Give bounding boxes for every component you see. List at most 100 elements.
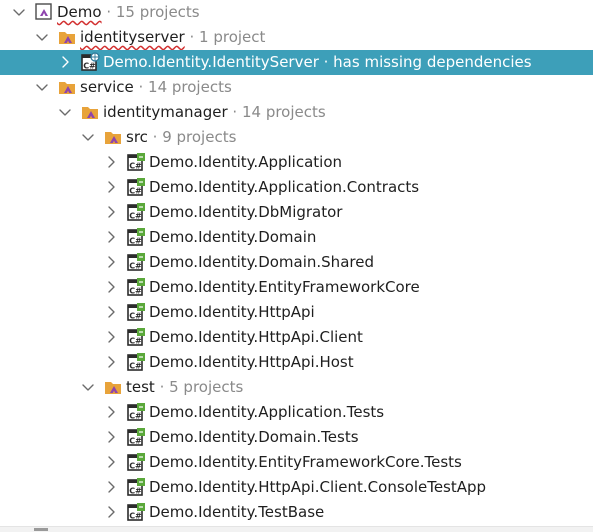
tree-row-label: Demo.Identity.Domain.Shared bbox=[149, 252, 374, 272]
item-name: Demo.Identity.HttpApi.Client bbox=[149, 328, 363, 346]
tree-row-demo-identity-entityframeworkcore-tests[interactable]: C# Demo.Identity.EntityFrameworkCore.Test… bbox=[0, 450, 593, 475]
item-name: Demo.Identity.EntityFrameworkCore.Tests bbox=[149, 453, 462, 471]
svg-text:C#: C# bbox=[129, 462, 142, 471]
chevron-right-icon[interactable] bbox=[104, 455, 118, 469]
tree-row-label: src · 9 projects bbox=[126, 127, 236, 147]
tree-row-label: Demo.Identity.Application.Tests bbox=[149, 402, 384, 422]
csharp-project-icon: C# bbox=[126, 327, 146, 347]
tree-row-test[interactable]: test · 5 projects bbox=[0, 375, 593, 400]
item-name: Demo.Identity.DbMigrator bbox=[149, 203, 343, 221]
tree-row-demo-identity-application[interactable]: C# Demo.Identity.Application bbox=[0, 150, 593, 175]
chevron-right-icon[interactable] bbox=[104, 305, 118, 319]
tree-row-label: Demo.Identity.Domain bbox=[149, 227, 316, 247]
tree-row-service[interactable]: service · 14 projects bbox=[0, 75, 593, 100]
csharp-project-icon: C# bbox=[126, 502, 146, 522]
chevron-right-icon[interactable] bbox=[104, 480, 118, 494]
tree-row-label: Demo.Identity.HttpApi.Client.ConsoleTest… bbox=[149, 477, 486, 497]
item-count-suffix: · 15 projects bbox=[101, 3, 200, 21]
solution-folder-icon bbox=[103, 127, 123, 147]
chevron-right-icon[interactable] bbox=[104, 330, 118, 344]
chevron-right-icon[interactable] bbox=[104, 355, 118, 369]
svg-text:C#: C# bbox=[129, 262, 142, 271]
chevron-down-icon[interactable] bbox=[81, 130, 95, 144]
chevron-right-icon[interactable] bbox=[104, 205, 118, 219]
svg-text:C#: C# bbox=[129, 162, 142, 171]
tree-row-demo-identity-httpapi-client-consoletestapp[interactable]: C# Demo.Identity.HttpApi.Client.ConsoleTe… bbox=[0, 475, 593, 500]
solution-folder-icon bbox=[57, 77, 77, 97]
csharp-project-icon: C# bbox=[126, 352, 146, 372]
tree-row-demo-identity-httpapi-client[interactable]: C# Demo.Identity.HttpApi.Client bbox=[0, 325, 593, 350]
item-name: Demo.Identity.EntityFrameworkCore bbox=[149, 278, 420, 296]
chevron-down-icon[interactable] bbox=[35, 80, 49, 94]
chevron-right-icon[interactable] bbox=[104, 180, 118, 194]
chevron-right-icon[interactable] bbox=[104, 505, 118, 519]
item-name: Demo.Identity.Domain bbox=[149, 228, 317, 246]
tree-row-demo-identity-application-contracts[interactable]: C# Demo.Identity.Application.Contracts bbox=[0, 175, 593, 200]
item-name: Demo.Identity.Domain.Shared bbox=[149, 253, 374, 271]
item-count-suffix: · 14 projects bbox=[133, 78, 232, 96]
tree-row-demo-identity-application-tests[interactable]: C# Demo.Identity.Application.Tests bbox=[0, 400, 593, 425]
chevron-down-icon[interactable] bbox=[81, 380, 95, 394]
csharp-project-icon: C# bbox=[126, 202, 146, 222]
tree-row-demo-identity-domain[interactable]: C# Demo.Identity.Domain bbox=[0, 225, 593, 250]
item-count-suffix: · has missing dependencies bbox=[318, 53, 532, 71]
item-name: src bbox=[126, 128, 148, 146]
svg-text:C#: C# bbox=[129, 312, 142, 321]
tree-row-demo-identity-domain-tests[interactable]: C# Demo.Identity.Domain.Tests bbox=[0, 425, 593, 450]
item-name: identityserver bbox=[80, 28, 185, 46]
tree-row-demo[interactable]: Demo · 15 projects bbox=[0, 0, 593, 25]
item-count-suffix: · 14 projects bbox=[227, 103, 326, 121]
tree-row-label: identityserver · 1 project bbox=[80, 27, 265, 47]
item-name: Demo.Identity.HttpApi.Host bbox=[149, 353, 354, 371]
svg-text:C#: C# bbox=[129, 512, 142, 521]
item-name: service bbox=[80, 78, 134, 96]
svg-text:C#: C# bbox=[83, 62, 96, 71]
svg-text:C#: C# bbox=[129, 337, 142, 346]
item-name: Demo.Identity.Application.Contracts bbox=[149, 178, 420, 196]
tree-row-demo-identity-entityframeworkcore[interactable]: C# Demo.Identity.EntityFrameworkCore bbox=[0, 275, 593, 300]
tree-row-demo-identity-testbase[interactable]: C# Demo.Identity.TestBase bbox=[0, 500, 593, 525]
chevron-right-icon[interactable] bbox=[104, 230, 118, 244]
chevron-right-icon[interactable] bbox=[104, 280, 118, 294]
tree-row-identityserver[interactable]: identityserver · 1 project bbox=[0, 25, 593, 50]
item-name: Demo bbox=[57, 3, 102, 21]
tree-row-src[interactable]: src · 9 projects bbox=[0, 125, 593, 150]
tree-row-label: Demo.Identity.EntityFrameworkCore.Tests bbox=[149, 452, 462, 472]
tree-row-demo-identity-identityserver[interactable]: C# Demo.Identity.IdentityServer · has mis… bbox=[0, 50, 593, 75]
csharp-web-project-icon: C# bbox=[80, 52, 100, 72]
tree-row-demo-identity-httpapi-host[interactable]: C# Demo.Identity.HttpApi.Host bbox=[0, 350, 593, 375]
tree-row-demo-identity-domain-shared[interactable]: C# Demo.Identity.Domain.Shared bbox=[0, 250, 593, 275]
csharp-project-icon: C# bbox=[126, 227, 146, 247]
solution-folder-icon bbox=[103, 377, 123, 397]
chevron-down-icon[interactable] bbox=[35, 30, 49, 44]
chevron-right-icon[interactable] bbox=[104, 430, 118, 444]
tree-row-label: Demo.Identity.EntityFrameworkCore bbox=[149, 277, 420, 297]
svg-text:C#: C# bbox=[129, 187, 142, 196]
chevron-right-icon[interactable] bbox=[104, 155, 118, 169]
chevron-right-icon[interactable] bbox=[104, 405, 118, 419]
csharp-project-icon: C# bbox=[126, 302, 146, 322]
svg-text:C#: C# bbox=[129, 362, 142, 371]
chevron-right-icon[interactable] bbox=[58, 55, 72, 69]
tree-row-label: Demo.Identity.HttpApi.Host bbox=[149, 352, 354, 372]
item-name: Demo.Identity.TestBase bbox=[149, 503, 325, 521]
item-name: test bbox=[126, 378, 155, 396]
chevron-right-icon[interactable] bbox=[104, 255, 118, 269]
csharp-project-icon: C# bbox=[126, 402, 146, 422]
item-count-suffix: · 5 projects bbox=[154, 378, 244, 396]
item-count-suffix: · 9 projects bbox=[147, 128, 237, 146]
tree-row-label: Demo.Identity.Application.Contracts bbox=[149, 177, 419, 197]
tree-row-identitymanager[interactable]: identitymanager · 14 projects bbox=[0, 100, 593, 125]
tree-row-label: Demo.Identity.HttpApi.Client bbox=[149, 327, 363, 347]
csharp-project-icon: C# bbox=[126, 477, 146, 497]
csharp-project-icon: C# bbox=[126, 177, 146, 197]
next-row-cut-off bbox=[0, 526, 593, 532]
svg-text:C#: C# bbox=[129, 437, 142, 446]
tree-row-label: test · 5 projects bbox=[126, 377, 243, 397]
chevron-down-icon[interactable] bbox=[58, 105, 72, 119]
tree-row-label: Demo.Identity.TestBase bbox=[149, 502, 324, 522]
tree-row-demo-identity-dbmigrator[interactable]: C# Demo.Identity.DbMigrator bbox=[0, 200, 593, 225]
tree-row-label: Demo.Identity.HttpApi bbox=[149, 302, 315, 322]
chevron-down-icon[interactable] bbox=[12, 5, 26, 19]
tree-row-demo-identity-httpapi[interactable]: C# Demo.Identity.HttpApi bbox=[0, 300, 593, 325]
